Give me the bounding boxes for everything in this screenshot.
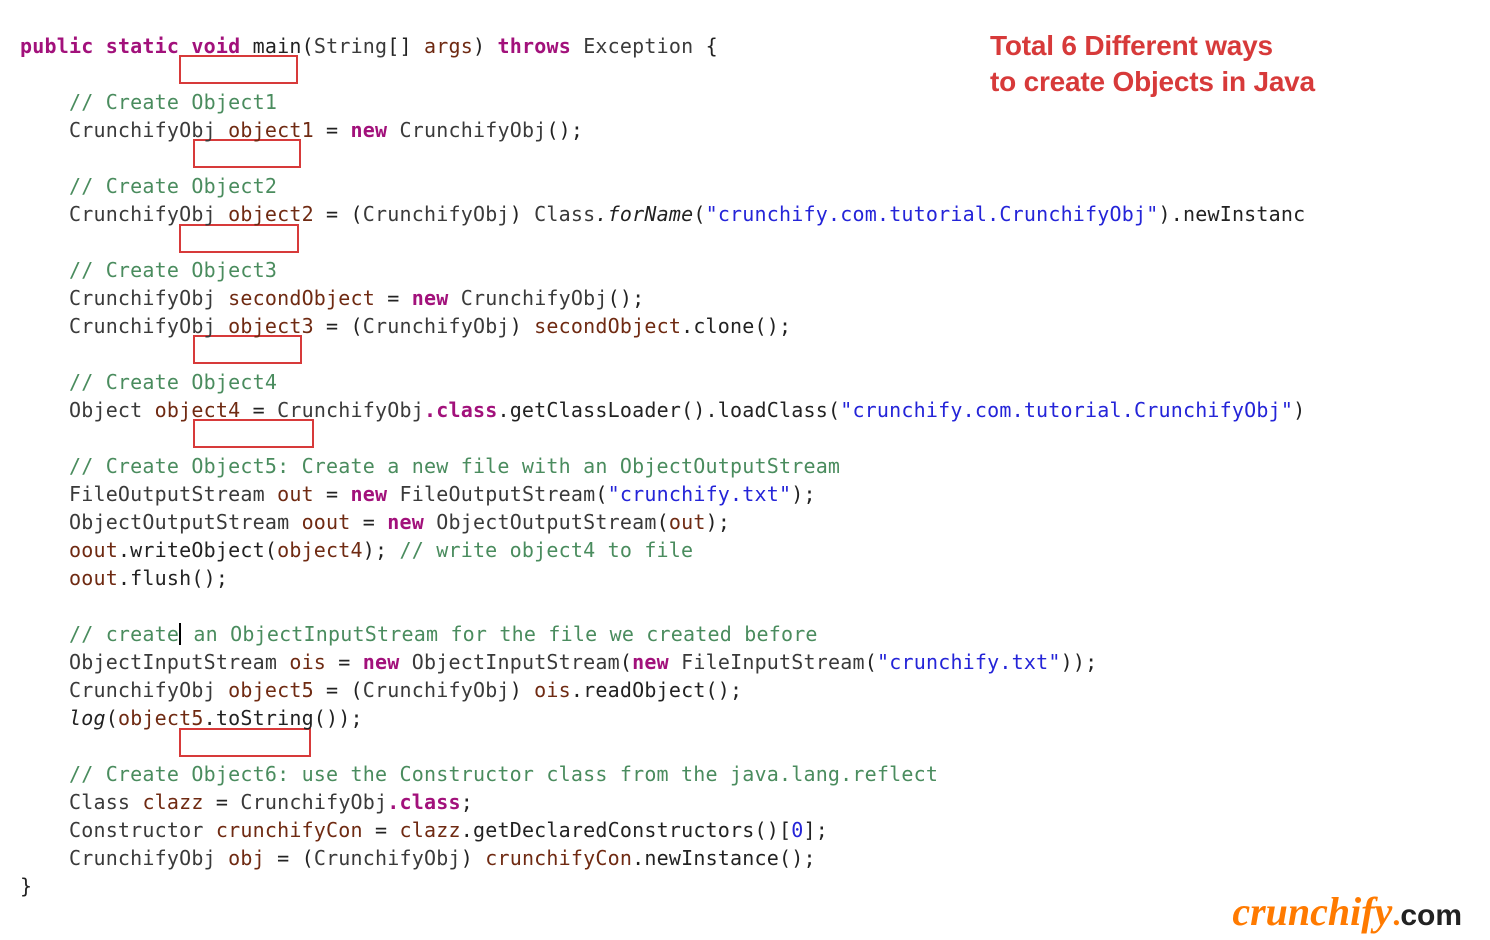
code-comment-object6: // Create Object6: use the Constructor c… xyxy=(20,762,938,786)
code-line: Class clazz = CrunchifyObj.class; xyxy=(20,790,473,814)
code-line: Object object4 = CrunchifyObj.class.getC… xyxy=(20,398,1305,422)
code-line: log(object5.toString()); xyxy=(20,706,363,730)
code-comment-object4: // Create Object4 xyxy=(20,370,277,394)
logo-tld: com xyxy=(1400,899,1462,932)
code-line: CrunchifyObj object1 = new CrunchifyObj(… xyxy=(20,118,583,142)
code-line: CrunchifyObj secondObject = new Crunchif… xyxy=(20,286,644,310)
code-line: CrunchifyObj object5 = (CrunchifyObj) oi… xyxy=(20,678,742,702)
code-comment-object1: // Create Object1 xyxy=(20,90,277,114)
code-line: FileOutputStream out = new FileOutputStr… xyxy=(20,482,816,506)
code-comment-object3: // Create Object3 xyxy=(20,258,277,282)
code-line: CrunchifyObj obj = (CrunchifyObj) crunch… xyxy=(20,846,816,870)
code-line: Constructor crunchifyCon = clazz.getDecl… xyxy=(20,818,828,842)
code-line: ObjectOutputStream oout = new ObjectOutp… xyxy=(20,510,730,534)
code-line: public static void main(String[] args) t… xyxy=(20,34,718,58)
logo-brand-text: crunchify xyxy=(1232,889,1392,934)
code-line: oout.writeObject(object4); // write obje… xyxy=(20,538,693,562)
code-line: CrunchifyObj object2 = (CrunchifyObj) Cl… xyxy=(20,202,1305,226)
code-line: CrunchifyObj object3 = (CrunchifyObj) se… xyxy=(20,314,791,338)
code-comment-object2: // Create Object2 xyxy=(20,174,277,198)
code-line: } xyxy=(20,874,32,898)
code-line: oout.flush(); xyxy=(20,566,228,590)
code-line: ObjectInputStream ois = new ObjectInputS… xyxy=(20,650,1097,674)
code-block[interactable]: public static void main(String[] args) t… xyxy=(0,0,1490,900)
code-comment-object5: // Create Object5: Create a new file wit… xyxy=(20,454,840,478)
code-comment-ois: // create an ObjectInputStream for the f… xyxy=(20,622,818,646)
crunchify-logo: crunchify.com xyxy=(1232,898,1462,930)
